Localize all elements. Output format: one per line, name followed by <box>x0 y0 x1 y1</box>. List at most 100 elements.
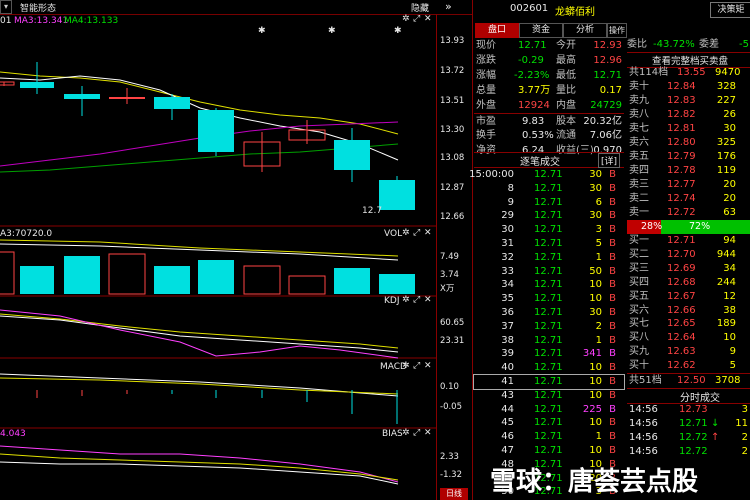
ratio-left-label: 28% <box>641 221 663 232</box>
tick-time: 44 <box>501 403 514 415</box>
last-price-label: 12.7 <box>362 206 382 216</box>
tick-row[interactable]: 31 12.71 5 B <box>474 237 624 251</box>
tick-row[interactable]: 38 12.71 1 B <box>474 334 624 348</box>
tick-row[interactable]: 29 12.71 30 B <box>474 209 624 223</box>
buy-price: 12.67 <box>667 290 696 302</box>
buy-level: 买七 <box>629 318 649 330</box>
tick-row[interactable]: 46 12.71 1 B <box>474 430 624 444</box>
tick-row[interactable]: 8 12.71 30 B <box>474 182 624 196</box>
sell-volume: 63 <box>723 207 736 218</box>
tick-row[interactable]: 37 12.71 2 B <box>474 320 624 334</box>
buy-level: 买三 <box>629 262 649 274</box>
tick-direction: B <box>609 445 616 456</box>
fenshi-volume: 2 <box>741 446 748 457</box>
tick-price: 12.71 <box>534 210 563 222</box>
close-icon[interactable]: ✕ <box>424 295 432 305</box>
fenshi-row[interactable]: 14:56 12.72 ↑ 2 <box>627 431 750 445</box>
arrow-up-icon: ↑ <box>711 432 720 443</box>
tab-pankou[interactable]: 盘口 <box>475 23 519 38</box>
tab-funds[interactable]: 资金 <box>519 23 563 38</box>
buy-row: 买五 12.67 12 <box>627 290 750 304</box>
full-book-link[interactable]: 查看完整档买卖盘 <box>652 53 728 67</box>
buy-price: 12.63 <box>667 346 696 358</box>
tick-volume: 1 <box>595 334 602 346</box>
zoom-icon[interactable]: ⤢ <box>413 428 420 438</box>
tab-analysis[interactable]: 分析 <box>563 23 607 38</box>
tick-volume: 30 <box>589 210 602 222</box>
sell-price: 12.81 <box>667 123 696 134</box>
sell-total-row: 共114档 13.55 9470 <box>629 67 741 78</box>
settings-icon[interactable]: ✲ <box>402 361 410 371</box>
sell-price: 12.80 <box>667 137 696 148</box>
hide-button[interactable]: 隐藏 <box>411 1 429 14</box>
tick-row[interactable]: 36 12.71 30 B <box>474 306 624 320</box>
tick-row[interactable]: 32 12.71 1 B <box>474 251 624 265</box>
sell-volume: 176 <box>716 151 736 162</box>
double-right-arrow-icon[interactable]: » <box>445 0 452 13</box>
sell-price: 12.77 <box>667 179 696 190</box>
zoom-icon[interactable]: ⤢ <box>413 295 420 305</box>
tick-price: 12.71 <box>534 307 563 318</box>
candle <box>109 88 145 104</box>
sell-volume: 119 <box>716 165 736 176</box>
close-icon[interactable]: ✕ <box>424 361 432 371</box>
tick-time: 8 <box>507 182 514 194</box>
kline-chart[interactable]: 12.7 <box>0 14 436 500</box>
sell-row: 卖七 12.81 30 <box>627 122 750 136</box>
tick-row[interactable]: 15:00:00 12.71 30 B <box>469 168 624 182</box>
candle <box>334 128 370 182</box>
tick-row[interactable]: 33 12.71 50 B <box>474 265 624 279</box>
sell-volume: 328 <box>716 81 736 92</box>
tick-row[interactable]: 35 12.71 10 B <box>474 292 624 306</box>
close-icon[interactable]: ✕ <box>424 228 432 238</box>
tick-direction: B <box>609 293 616 305</box>
tick-row[interactable]: 45 12.71 10 B <box>474 416 624 430</box>
tab-operate[interactable]: 操作 <box>607 23 627 38</box>
fenshi-row[interactable]: 14:56 12.71 ↓ 11 <box>627 417 750 431</box>
fenshi-row[interactable]: 14:56 12.72 2 <box>627 445 750 459</box>
volume-bar <box>288 275 326 295</box>
tick-row[interactable]: 30 12.71 3 B <box>474 223 624 237</box>
tick-time: 15:00:00 <box>469 169 514 180</box>
smart-pattern-label[interactable]: 智能形态 <box>20 1 56 14</box>
sell-level: 卖五 <box>629 151 649 162</box>
decision-matrix-button[interactable]: 决策矩 <box>710 2 750 18</box>
fenshi-row[interactable]: 14:56 12.73 3 <box>627 403 750 417</box>
close-icon[interactable]: ✕ <box>424 428 432 438</box>
period-tag[interactable]: 日线 <box>440 488 468 500</box>
candle <box>243 132 281 172</box>
tick-row[interactable]: 43 12.71 10 B <box>474 389 624 403</box>
volume-bar <box>20 266 54 294</box>
volume-bar <box>154 266 190 294</box>
tick-time: 40 <box>501 362 514 374</box>
tick-time: 9 <box>507 196 514 208</box>
buy-volume: 10 <box>723 332 736 344</box>
dropdown-button[interactable]: ▾ <box>0 0 12 14</box>
bias-header: 4.043 <box>0 429 26 439</box>
price-tick: 13.30 <box>440 125 465 135</box>
settings-icon[interactable]: ✲ <box>402 295 410 305</box>
tick-time: 39 <box>501 348 514 360</box>
tick-row[interactable]: 44 12.71 225 B <box>474 403 624 417</box>
fenshi-volume: 2 <box>741 432 748 443</box>
tick-row[interactable]: 39 12.71 341 B <box>474 347 624 361</box>
tick-row[interactable]: 34 12.71 10 B <box>474 278 624 292</box>
tick-row[interactable]: 40 12.71 10 B <box>474 361 624 375</box>
sell-level: 卖六 <box>629 137 649 148</box>
bias-lines <box>0 445 399 485</box>
tick-row[interactable]: 47 12.71 10 B <box>474 444 624 458</box>
ticks-detail-button[interactable]: [详] <box>598 153 621 168</box>
fenshi-price: 12.72 <box>679 446 708 457</box>
tick-row[interactable]: 9 12.71 6 B <box>474 196 624 210</box>
buy-price: 12.62 <box>667 360 696 372</box>
tick-time: 41 <box>501 376 514 387</box>
candle <box>20 62 54 94</box>
settings-icon[interactable]: ✲ <box>402 228 410 238</box>
tick-row[interactable]: 41 12.71 10 B <box>473 374 625 390</box>
zoom-icon[interactable]: ⤢ <box>413 228 420 238</box>
tick-direction: B <box>609 251 616 263</box>
settings-icon[interactable]: ✲ <box>402 428 410 438</box>
tick-direction: B <box>609 417 616 429</box>
buy-level: 买六 <box>629 304 649 316</box>
zoom-icon[interactable]: ⤢ <box>413 361 420 371</box>
